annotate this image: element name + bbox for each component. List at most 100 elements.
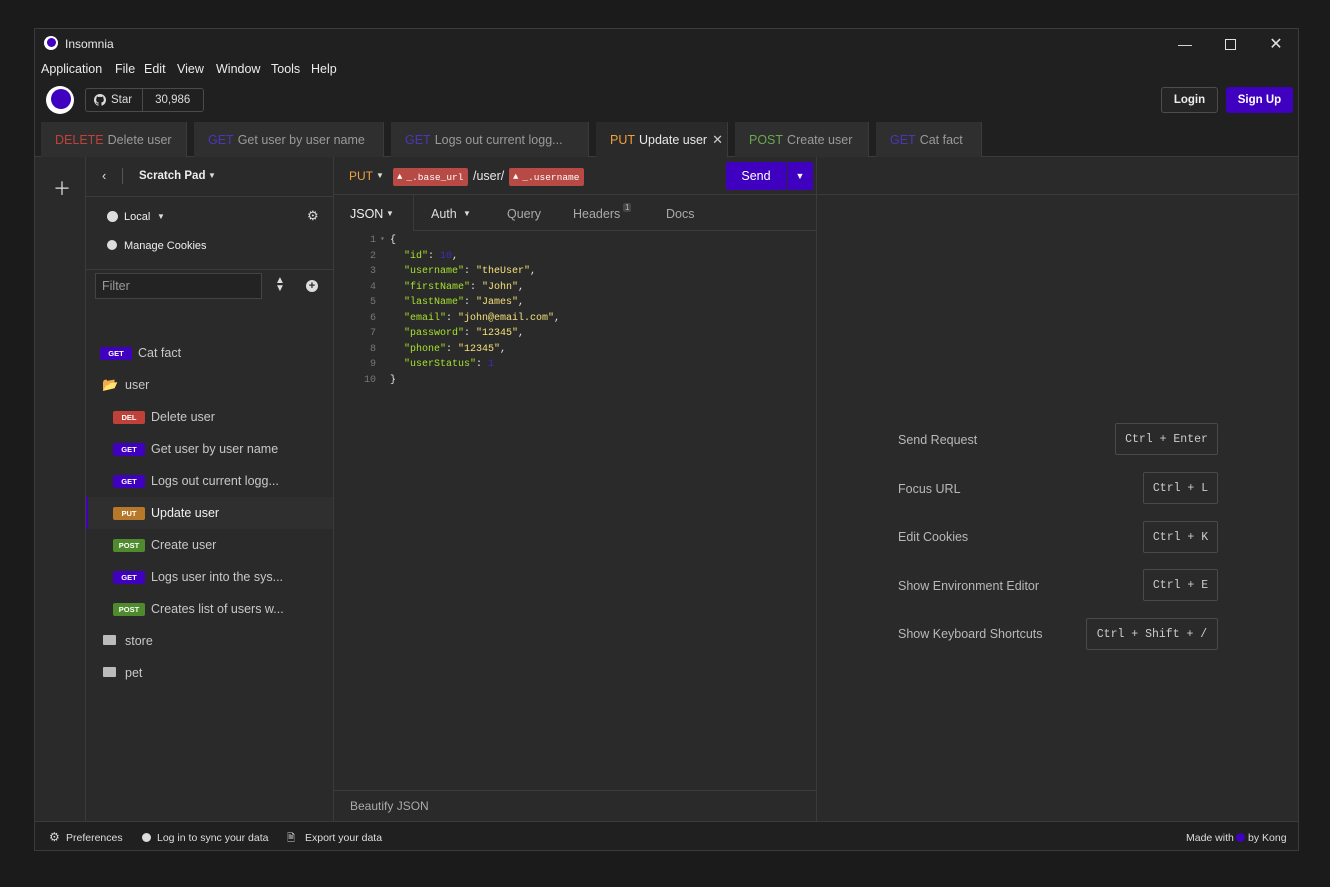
- sidebar-item-label: Logs out current logg...: [151, 474, 279, 488]
- environment-section: Local ▼ ⚙ Manage Cookies: [86, 197, 333, 270]
- environment-dot-icon: [107, 211, 118, 222]
- menu-view[interactable]: View: [177, 62, 204, 76]
- json-key: "email": [404, 312, 447, 324]
- back-chevron-icon[interactable]: ‹: [102, 168, 106, 183]
- workspace-header: ‹ Scratch Pad ▼: [86, 157, 333, 197]
- fold-icon[interactable]: ▾: [380, 234, 385, 244]
- tab-body[interactable]: JSON ▼: [334, 195, 414, 231]
- close-window-icon[interactable]: ✕: [1253, 29, 1298, 59]
- tab-label: Get user by user name: [237, 132, 365, 147]
- json-value: "John": [482, 281, 519, 293]
- add-request-icon[interactable]: +: [306, 280, 318, 292]
- tab-headers[interactable]: Headers: [573, 207, 620, 221]
- url-variable-tag[interactable]: ▲ _.base_url: [393, 168, 469, 186]
- sign-up-button[interactable]: Sign Up: [1226, 87, 1293, 113]
- minimize-icon[interactable]: —: [1162, 29, 1208, 59]
- beautify-json-button[interactable]: Beautify JSON: [334, 790, 816, 821]
- menu-application[interactable]: Application: [41, 62, 102, 76]
- tab-auth[interactable]: Auth: [431, 207, 457, 221]
- chevron-down-icon[interactable]: ▼: [157, 212, 165, 221]
- sidebar-item-label: pet: [125, 666, 143, 680]
- sidebar-item-creates-list-of-users[interactable]: POST Creates list of users w...: [86, 593, 333, 625]
- line-number: 4: [369, 281, 376, 293]
- maximize-icon[interactable]: [1207, 29, 1253, 59]
- star-count[interactable]: 30,986: [143, 89, 203, 111]
- sidebar-item-logs-user-into[interactable]: GET Logs user into the sys...: [86, 561, 333, 593]
- request-tab-bar: DELETE Delete user GET Get user by user …: [35, 121, 1298, 157]
- sidebar-item-logs-out-current[interactable]: GET Logs out current logg...: [86, 465, 333, 497]
- chevron-down-icon: ▼: [386, 209, 394, 218]
- export-icon: 🗎: [287, 833, 296, 844]
- shortcut-label: Focus URL: [898, 482, 961, 496]
- code-line: 4 "firstName": "John",: [334, 282, 816, 298]
- sidebar-item-update-user[interactable]: PUT Update user: [86, 497, 333, 529]
- add-workspace-icon[interactable]: ＋: [53, 175, 71, 201]
- send-button[interactable]: Send: [726, 162, 786, 190]
- sidebar-folder-user[interactable]: 📂 user: [86, 369, 333, 401]
- github-star[interactable]: Star 30,986: [85, 88, 205, 112]
- filter-input[interactable]: [95, 273, 262, 299]
- environment-selector[interactable]: Local: [124, 211, 150, 223]
- workspace-name[interactable]: Scratch Pad: [139, 170, 205, 182]
- preferences-link[interactable]: Preferences: [66, 832, 123, 844]
- chevron-down-icon[interactable]: ▼: [463, 209, 471, 218]
- tab-get-user-by-user-name[interactable]: GET Get user by user name: [194, 122, 384, 157]
- tab-method: GET: [890, 132, 916, 147]
- tab-method: GET: [405, 132, 431, 147]
- menu-edit[interactable]: Edit: [144, 62, 166, 76]
- menu-help[interactable]: Help: [311, 62, 337, 76]
- tab-docs[interactable]: Docs: [666, 207, 694, 221]
- url-variable-label: _.base_url: [406, 171, 464, 183]
- close-tab-icon[interactable]: ✕: [712, 132, 723, 148]
- export-data-link[interactable]: Export your data: [305, 832, 382, 844]
- menu-file[interactable]: File: [115, 62, 135, 76]
- send-options-icon[interactable]: ▼: [787, 162, 813, 190]
- request-tabs: JSON ▼ Auth ▼ Query Headers 1 Docs: [334, 195, 816, 231]
- code-line: 10 }: [334, 375, 816, 391]
- sidebar-folder-store[interactable]: store: [86, 625, 333, 657]
- json-value: "john@email.com": [458, 312, 555, 324]
- shortcut-keys: Ctrl + Enter: [1115, 423, 1218, 455]
- tab-delete-user[interactable]: DELETE Delete user: [41, 122, 187, 157]
- sidebar-item-label: Logs user into the sys...: [151, 570, 284, 584]
- shortcut-label: Show Environment Editor: [898, 579, 1040, 593]
- method-badge: PUT: [113, 507, 145, 520]
- json-key: "phone": [404, 343, 447, 355]
- chevron-down-icon[interactable]: ▼: [376, 171, 384, 180]
- chevron-down-icon[interactable]: ▼: [208, 171, 216, 180]
- sidebar-item-get-user-by-user-name[interactable]: GET Get user by user name: [86, 433, 333, 465]
- method-badge: DEL: [113, 411, 145, 424]
- sidebar-item-delete-user[interactable]: DEL Delete user: [86, 401, 333, 433]
- sidebar-item-cat-fact[interactable]: GET Cat fact: [86, 337, 333, 369]
- by-kong-link[interactable]: by Kong: [1248, 832, 1287, 844]
- sidebar: ‹ Scratch Pad ▼ Local ▼ ⚙ Manage Cookies…: [86, 157, 334, 821]
- login-button[interactable]: Login: [1161, 87, 1218, 113]
- json-value: "12345": [476, 328, 519, 339]
- json-key: "firstName": [404, 281, 471, 293]
- line-number: 10: [363, 374, 376, 386]
- line-number: 3: [369, 266, 376, 277]
- url-variable-tag[interactable]: ▲ _.username: [509, 168, 585, 186]
- code-line: 9 "userStatus": 1: [334, 359, 816, 375]
- tab-query[interactable]: Query: [507, 207, 541, 221]
- cookie-icon: [107, 240, 117, 250]
- url-path[interactable]: /user/: [473, 169, 504, 183]
- sidebar-item-create-user[interactable]: POST Create user: [86, 529, 333, 561]
- sidebar-folder-pet[interactable]: pet: [86, 657, 333, 689]
- menu-window[interactable]: Window: [216, 62, 260, 76]
- menu-tools[interactable]: Tools: [271, 62, 300, 76]
- tab-create-user[interactable]: POST Create user: [735, 122, 869, 157]
- gear-icon[interactable]: ⚙: [307, 208, 319, 224]
- log-in-to-sync-link[interactable]: Log in to sync your data: [157, 832, 269, 844]
- header-bar: Star 30,986 Login Sign Up: [35, 81, 1298, 121]
- tab-update-user[interactable]: PUT Update user ✕: [596, 122, 728, 157]
- sort-icon[interactable]: ▲ ▼: [275, 276, 285, 294]
- tab-cat-fact[interactable]: GET Cat fact: [876, 122, 982, 157]
- manage-cookies-link[interactable]: Manage Cookies: [124, 240, 207, 252]
- tab-logs-out-current[interactable]: GET Logs out current logg...: [391, 122, 589, 157]
- method-badge: GET: [100, 347, 132, 360]
- star-button[interactable]: Star: [86, 89, 144, 111]
- method-selector[interactable]: PUT: [349, 169, 373, 183]
- insomnia-logo[interactable]: [46, 86, 74, 114]
- code-line: 8 "phone": "12345",: [334, 344, 816, 360]
